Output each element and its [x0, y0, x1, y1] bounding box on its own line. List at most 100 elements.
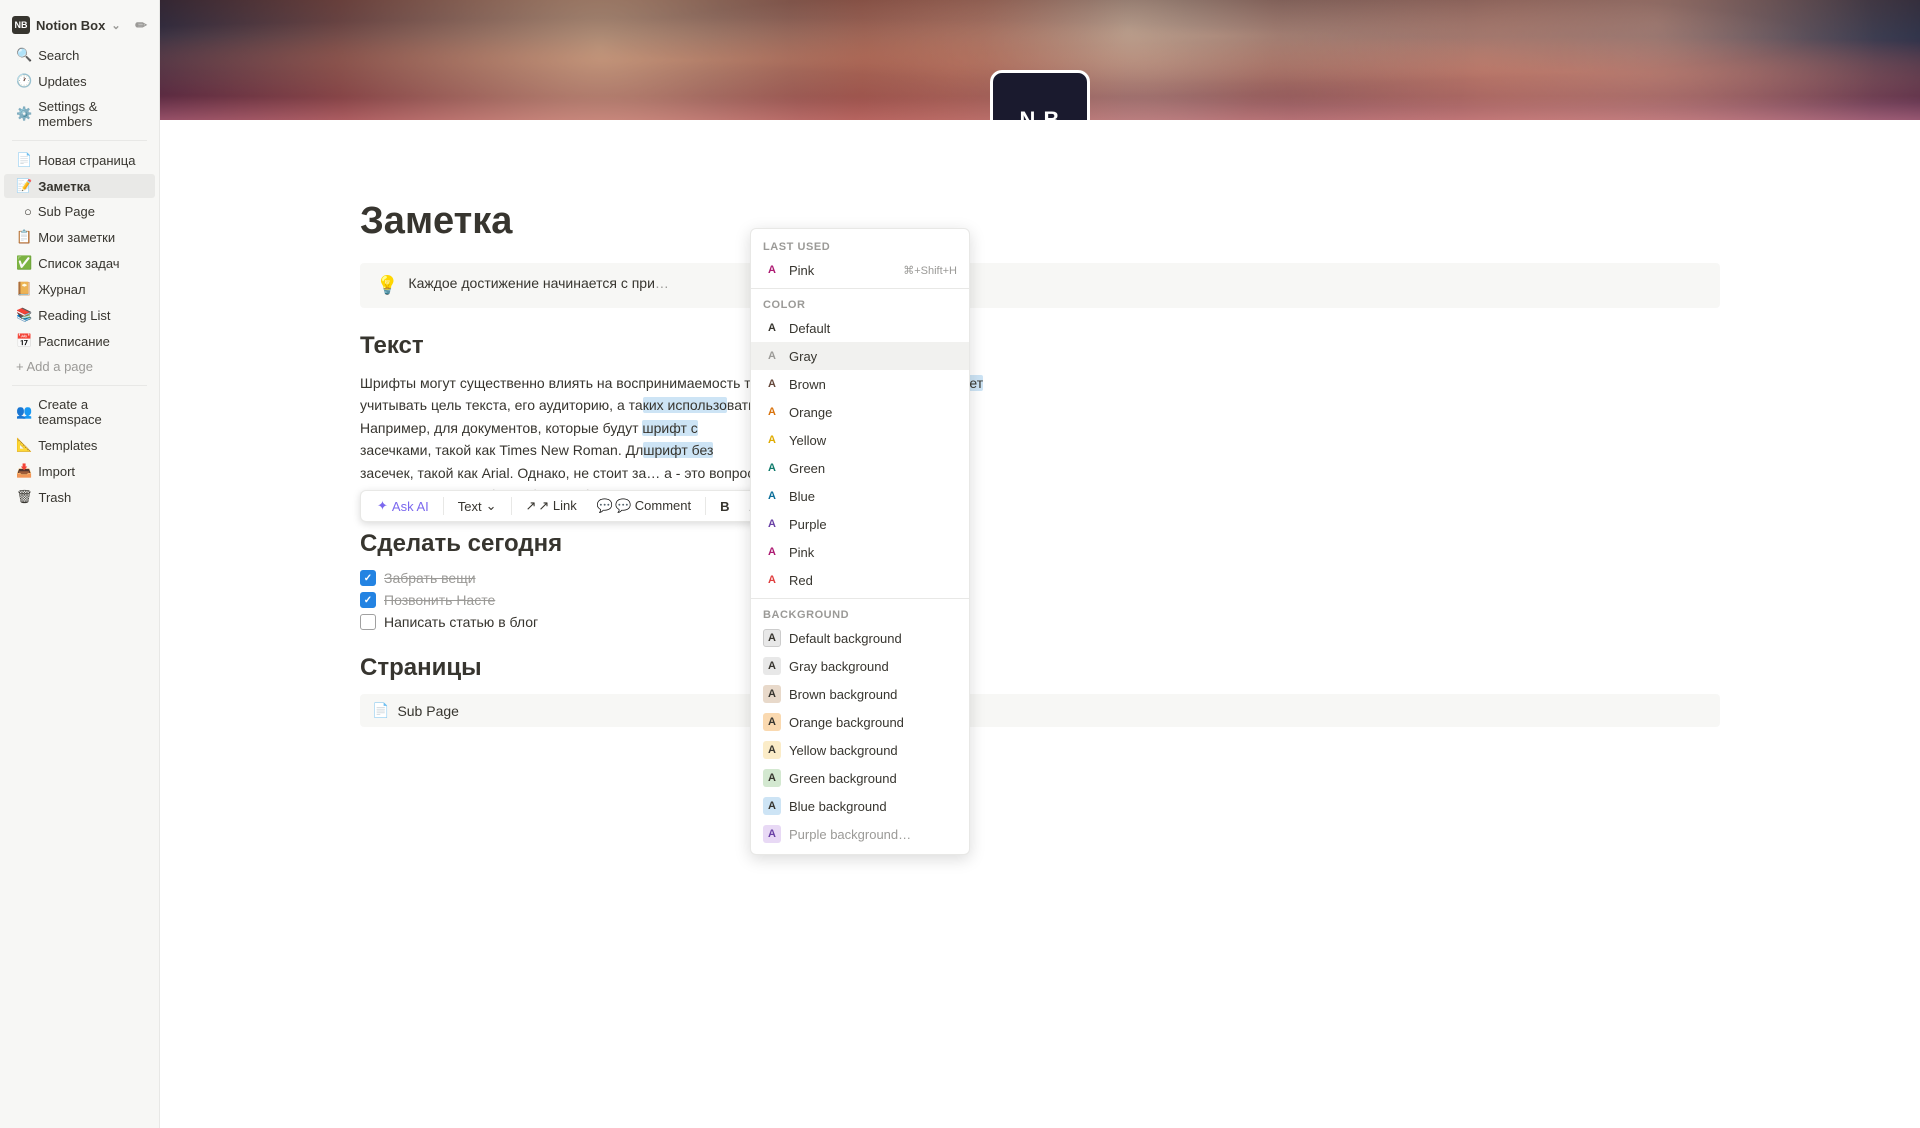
- link-button[interactable]: ↗ ↗ Link: [518, 495, 585, 517]
- color-item-blue[interactable]: A Blue: [751, 482, 969, 510]
- sidebar: NB Notion Box ⌄ ✏ 🔍 Search 🕐 Updates ⚙️ …: [0, 0, 160, 1128]
- link-icon: ↗: [526, 498, 537, 514]
- checkbox-label-3: Написать статью в блог: [384, 614, 538, 630]
- default-bg-dot: A: [763, 629, 781, 647]
- checkbox-item-3: Написать статью в блог: [360, 614, 1720, 630]
- bg-item-yellow[interactable]: A Yellow background: [751, 736, 969, 764]
- templates-icon: 📐: [16, 437, 32, 453]
- sub-page-icon: ○: [24, 204, 32, 219]
- sidebar-item-settings[interactable]: ⚙️ Settings & members: [4, 95, 155, 133]
- comment-button[interactable]: 💬 💬 Comment: [589, 495, 699, 517]
- sidebar-item-reading-list[interactable]: 📚 Reading List: [4, 303, 155, 327]
- orange-label: Orange: [789, 405, 832, 420]
- sidebar-item-templates[interactable]: 📐 Templates: [4, 433, 155, 457]
- color-item-green[interactable]: A Green: [751, 454, 969, 482]
- bg-item-blue[interactable]: A Blue background: [751, 792, 969, 820]
- color-item-pink-last[interactable]: A Pink ⌘+Shift+H: [751, 256, 969, 284]
- sidebar-item-new-page[interactable]: 📄 Новая страница: [4, 148, 155, 172]
- default-color-dot: A: [763, 319, 781, 337]
- my-notes-icon: 📋: [16, 229, 32, 245]
- bg-item-default[interactable]: A Default background: [751, 624, 969, 652]
- sidebar-item-sub-page[interactable]: ○ Sub Page: [4, 200, 155, 223]
- sidebar-divider-2: [12, 385, 147, 386]
- section-title-todo: Сделать сегодня: [360, 530, 1720, 558]
- sub-page-label: Sub Page: [397, 703, 459, 719]
- yellow-label: Yellow: [789, 433, 826, 448]
- sidebar-item-schedule[interactable]: 📅 Расписание: [4, 329, 155, 353]
- color-item-purple[interactable]: A Purple: [751, 510, 969, 538]
- trash-icon: 🗑: [16, 489, 33, 505]
- sub-page-item[interactable]: 📄 Sub Page: [360, 694, 1720, 727]
- highlighted-text-2: шрифт с: [642, 420, 697, 436]
- reading-icon: 📚: [16, 307, 32, 323]
- bg-item-gray[interactable]: A Gray background: [751, 652, 969, 680]
- checkbox-1[interactable]: [360, 570, 376, 586]
- workspace-name: Notion Box: [36, 18, 105, 33]
- pink-color-dot: A: [763, 543, 781, 561]
- sidebar-item-zametka[interactable]: 📝 Заметка: [4, 174, 155, 198]
- color-item-red[interactable]: A Red: [751, 566, 969, 594]
- sidebar-item-add-page[interactable]: + Add a page: [4, 355, 155, 378]
- green-label: Green: [789, 461, 825, 476]
- ask-ai-button[interactable]: ✦ Ask AI: [369, 495, 437, 517]
- sidebar-divider-1: [12, 140, 147, 141]
- callout-text: Каждое достижение начинается с при…: [408, 275, 668, 291]
- green-bg-label: Green background: [789, 771, 897, 786]
- checkbox-label-1: Забрать вещи: [384, 570, 476, 586]
- sidebar-item-journal[interactable]: 📔 Журнал: [4, 277, 155, 301]
- bold-button[interactable]: B: [712, 496, 737, 517]
- search-icon: 🔍: [16, 47, 32, 63]
- brown-color-dot: A: [763, 375, 781, 393]
- color-item-gray[interactable]: A Gray: [751, 342, 969, 370]
- yellow-color-dot: A: [763, 431, 781, 449]
- checkbox-3[interactable]: [360, 614, 376, 630]
- bg-item-green[interactable]: A Green background: [751, 764, 969, 792]
- sidebar-item-search[interactable]: 🔍 Search: [4, 43, 155, 67]
- more-bg-dot: A: [763, 825, 781, 843]
- default-label: Default: [789, 321, 830, 336]
- teamspace-icon: 👥: [16, 404, 32, 420]
- green-bg-dot: A: [763, 769, 781, 787]
- bg-item-brown[interactable]: A Brown background: [751, 680, 969, 708]
- logo-letters: N B: [1020, 107, 1061, 120]
- checkbox-2[interactable]: [360, 592, 376, 608]
- sidebar-item-trash[interactable]: 🗑 Trash: [4, 485, 155, 509]
- checkbox-item-2: Позвонить Насте: [360, 592, 1720, 608]
- green-color-dot: A: [763, 459, 781, 477]
- bg-item-purple-more[interactable]: A Purple background…: [751, 820, 969, 848]
- more-bg-label: Purple background…: [789, 827, 911, 842]
- last-used-label: LAST USED: [751, 235, 969, 256]
- gray-bg-label: Gray background: [789, 659, 889, 674]
- sidebar-item-tasks[interactable]: ✅ Список задач: [4, 251, 155, 275]
- workspace-chevron-icon: ⌄: [111, 19, 120, 32]
- pink-color-dot: A: [763, 261, 781, 279]
- main-area: N B Заметка 💡 Каждое достижение начинает…: [160, 0, 1920, 1128]
- cover-image: N B: [160, 0, 1920, 120]
- purple-color-dot: A: [763, 515, 781, 533]
- color-dropdown: LAST USED A Pink ⌘+Shift+H COLOR A Defau…: [750, 228, 970, 855]
- section-title-text: Текст: [360, 332, 1720, 360]
- yellow-bg-label: Yellow background: [789, 743, 898, 758]
- comment-icon: 💬: [597, 498, 613, 514]
- color-item-pink[interactable]: A Pink: [751, 538, 969, 566]
- sidebar-item-create-teamspace[interactable]: 👥 Create a teamspace: [4, 393, 155, 431]
- workspace-logo: N B: [990, 70, 1090, 120]
- bg-item-orange[interactable]: A Orange background: [751, 708, 969, 736]
- color-item-orange[interactable]: A Orange: [751, 398, 969, 426]
- sidebar-item-updates[interactable]: 🕐 Updates: [4, 69, 155, 93]
- color-item-yellow[interactable]: A Yellow: [751, 426, 969, 454]
- gray-color-dot: A: [763, 347, 781, 365]
- edit-icon[interactable]: ✏: [135, 17, 147, 34]
- pink-label: Pink: [789, 545, 814, 560]
- color-item-brown[interactable]: A Brown: [751, 370, 969, 398]
- text-chevron-icon: ⌄: [486, 498, 497, 514]
- brown-label: Brown: [789, 377, 826, 392]
- sidebar-item-import[interactable]: 📥 Import: [4, 459, 155, 483]
- sidebar-item-my-notes[interactable]: 📋 Мои заметки: [4, 225, 155, 249]
- checkbox-item-1: Забрать вещи: [360, 570, 1720, 586]
- color-item-default[interactable]: A Default: [751, 314, 969, 342]
- workspace-icon: NB: [12, 16, 30, 34]
- text-style-button[interactable]: Text ⌄: [450, 495, 505, 517]
- toolbar-divider-3: [705, 497, 706, 515]
- yellow-bg-dot: A: [763, 741, 781, 759]
